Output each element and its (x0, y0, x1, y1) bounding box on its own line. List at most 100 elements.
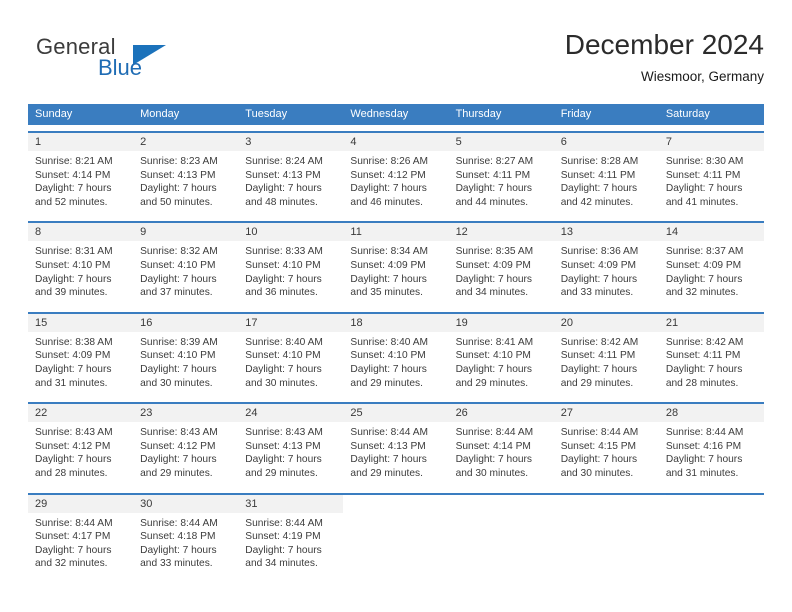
day-cell[interactable]: 10 Sunrise: 8:33 AM Sunset: 4:10 PM Dayligh… (238, 223, 344, 306)
daylight-text-line1: Daylight: 7 hours (140, 273, 217, 285)
sunset-text: Sunset: 4:09 PM (560, 259, 637, 271)
day-cell[interactable]: 8 Sunrise: 8:31 AM Sunset: 4:10 PM Daylight… (28, 223, 134, 306)
day-number: 30 (133, 494, 239, 513)
sunset-text: Sunset: 4:16 PM (665, 440, 742, 452)
sunrise-text: Sunrise: 8:44 AM (140, 517, 218, 529)
day-cell[interactable]: 24 Sunrise: 8:43 AM Sunset: 4:13 PM Dayligh… (238, 404, 344, 487)
day-number: 31 (238, 494, 344, 513)
day-of-week-header-row: Sunday Monday Tuesday Wednesday Thursday… (28, 104, 764, 125)
sunrise-text: Sunrise: 8:26 AM (350, 156, 429, 167)
day-details: Sunrise: 8:44 AM Sunset: 4:14 PM Daylight:… (449, 422, 554, 486)
daylight-text-line2: and 30 minutes. (455, 467, 529, 479)
day-cell[interactable]: 13 Sunrise: 8:36 AM Sunset: 4:09 PM Dayligh… (553, 223, 659, 306)
daylight-text-line1: Daylight: 7 hours (665, 454, 743, 466)
sunrise-text: Sunrise: 8:42 AM (665, 336, 744, 348)
day-cell[interactable]: 9 Sunrise: 8:32 AM Sunset: 4:10 PM Daylight… (133, 223, 239, 306)
daylight-text-line1: Daylight: 7 hours (560, 273, 638, 285)
day-cell[interactable]: 21 Sunrise: 8:42 AM Sunset: 4:11 PM Dayligh… (658, 313, 764, 397)
daylight-text-line1: Daylight: 7 hours (140, 363, 217, 375)
day-cell[interactable]: 25 Sunrise: 8:44 AM Sunset: 4:13 PM Dayligh… (343, 404, 449, 487)
daylight-text-line2: and 34 minutes. (245, 558, 318, 570)
day-cell[interactable]: 31 Sunrise: 8:44 AM Sunset: 4:19 PM Dayligh… (238, 494, 344, 577)
day-cell[interactable]: 30 Sunrise: 8:44 AM Sunset: 4:18 PM Dayligh… (133, 494, 239, 577)
daylight-text-line2: and 44 minutes. (455, 196, 529, 208)
sunset-text: Sunset: 4:15 PM (560, 440, 637, 452)
sunset-text: Sunset: 4:14 PM (455, 440, 531, 452)
daylight-text-line1: Daylight: 7 hours (455, 363, 533, 375)
day-cell[interactable]: 29 Sunrise: 8:44 AM Sunset: 4:17 PM Dayligh… (28, 494, 134, 577)
sunset-text: Sunset: 4:10 PM (245, 350, 321, 362)
day-number: 23 (133, 404, 239, 423)
sunset-text: Sunset: 4:10 PM (350, 350, 426, 362)
sunrise-text: Sunrise: 8:23 AM (140, 156, 218, 167)
daylight-text-line1: Daylight: 7 hours (35, 454, 112, 466)
day-details: Sunrise: 8:44 AM Sunset: 4:15 PM Daylight:… (554, 422, 659, 486)
day-number: 22 (28, 404, 134, 423)
daylight-text-line1: Daylight: 7 hours (245, 273, 322, 285)
day-details: Sunrise: 8:40 AM Sunset: 4:10 PM Daylight:… (238, 332, 343, 396)
day-cell[interactable]: 17 Sunrise: 8:40 AM Sunset: 4:10 PM Dayligh… (238, 313, 344, 397)
day-cell[interactable]: 22 Sunrise: 8:43 AM Sunset: 4:12 PM Dayligh… (28, 404, 134, 487)
sunrise-text: Sunrise: 8:24 AM (245, 156, 323, 167)
daylight-text-line2: and 46 minutes. (350, 196, 423, 208)
sunrise-text: Sunrise: 8:44 AM (245, 517, 323, 529)
day-cell[interactable]: 19 Sunrise: 8:41 AM Sunset: 4:10 PM Dayligh… (448, 313, 554, 397)
day-cell[interactable]: 1 Sunrise: 8:21 AM Sunset: 4:14 PM Daylight… (28, 133, 134, 216)
daylight-text-line1: Daylight: 7 hours (35, 544, 112, 556)
daylight-text-line2: and 50 minutes. (140, 196, 213, 208)
sunrise-text: Sunrise: 8:38 AM (35, 336, 113, 348)
day-details: Sunrise: 8:38 AM Sunset: 4:09 PM Daylight:… (28, 332, 133, 396)
day-number: 21 (658, 313, 764, 332)
day-number: 17 (238, 313, 344, 332)
day-cell[interactable]: 6 Sunrise: 8:28 AM Sunset: 4:11 PM Daylight… (553, 133, 659, 216)
day-number: 1 (28, 133, 134, 151)
general-blue-logo[interactable]: General Blue (36, 34, 216, 90)
day-cell[interactable]: 27 Sunrise: 8:44 AM Sunset: 4:15 PM Dayligh… (553, 404, 659, 487)
day-number (448, 494, 554, 513)
dow-saturday: Saturday (665, 108, 710, 120)
sunset-text: Sunset: 4:11 PM (560, 169, 636, 181)
daylight-text-line2: and 32 minutes. (35, 558, 108, 570)
day-cell[interactable]: 4 Sunrise: 8:26 AM Sunset: 4:12 PM Daylight… (343, 133, 449, 216)
day-number: 28 (658, 404, 764, 423)
day-details: Sunrise: 8:21 AM Sunset: 4:14 PM Daylight:… (28, 151, 133, 215)
day-cell[interactable]: 7 Sunrise: 8:30 AM Sunset: 4:11 PM Daylight… (658, 133, 764, 216)
day-cell[interactable]: 14 Sunrise: 8:37 AM Sunset: 4:09 PM Dayligh… (658, 223, 764, 306)
daylight-text-line2: and 33 minutes. (560, 287, 634, 299)
daylight-text-line1: Daylight: 7 hours (245, 454, 322, 466)
day-number (343, 494, 449, 513)
day-cell[interactable]: 12 Sunrise: 8:35 AM Sunset: 4:09 PM Dayligh… (448, 223, 554, 306)
day-number: 20 (553, 313, 659, 332)
day-number: 4 (343, 133, 449, 151)
sunset-text: Sunset: 4:11 PM (665, 350, 741, 362)
daylight-text-line2: and 28 minutes. (665, 377, 739, 389)
sunset-text: Sunset: 4:09 PM (455, 259, 531, 271)
sunset-text: Sunset: 4:13 PM (140, 169, 216, 181)
day-details: Sunrise: 8:30 AM Sunset: 4:11 PM Daylight:… (659, 151, 764, 215)
day-cell[interactable]: 28 Sunrise: 8:44 AM Sunset: 4:16 PM Dayligh… (658, 404, 764, 487)
day-cell[interactable]: 16 Sunrise: 8:39 AM Sunset: 4:10 PM Dayligh… (133, 313, 239, 397)
day-cell[interactable]: 23 Sunrise: 8:43 AM Sunset: 4:12 PM Dayligh… (133, 404, 239, 487)
sunrise-text: Sunrise: 8:34 AM (350, 246, 429, 258)
calendar-week-row: 22 Sunrise: 8:43 AM Sunset: 4:12 PM Dayligh… (28, 402, 764, 487)
day-cell[interactable]: 3 Sunrise: 8:24 AM Sunset: 4:13 PM Daylight… (238, 133, 344, 216)
day-details (554, 513, 659, 577)
daylight-text-line1: Daylight: 7 hours (35, 273, 112, 285)
day-cell[interactable]: 2 Sunrise: 8:23 AM Sunset: 4:13 PM Daylight… (133, 133, 239, 216)
day-cell[interactable]: 18 Sunrise: 8:40 AM Sunset: 4:10 PM Dayligh… (343, 313, 449, 397)
sunrise-text: Sunrise: 8:42 AM (560, 336, 639, 348)
dow-wednesday: Wednesday (350, 108, 409, 120)
daylight-text-line1: Daylight: 7 hours (35, 363, 112, 375)
day-cell[interactable]: 11 Sunrise: 8:34 AM Sunset: 4:09 PM Dayligh… (343, 223, 449, 306)
sunrise-text: Sunrise: 8:44 AM (35, 517, 113, 529)
day-cell[interactable]: 26 Sunrise: 8:44 AM Sunset: 4:14 PM Dayligh… (448, 404, 554, 487)
day-details: Sunrise: 8:23 AM Sunset: 4:13 PM Daylight:… (133, 151, 238, 215)
day-cell[interactable]: 5 Sunrise: 8:27 AM Sunset: 4:11 PM Daylight… (448, 133, 554, 216)
sunrise-text: Sunrise: 8:44 AM (350, 427, 429, 439)
day-cell[interactable]: 15 Sunrise: 8:38 AM Sunset: 4:09 PM Dayligh… (28, 313, 134, 397)
dow-friday: Friday (560, 108, 592, 120)
page-header: General Blue December 2024 Wiesmoor, Ger… (28, 28, 764, 98)
day-cell[interactable]: 20 Sunrise: 8:42 AM Sunset: 4:11 PM Dayligh… (553, 313, 659, 397)
page-subtitle: Wiesmoor, Germany (640, 69, 764, 84)
day-details: Sunrise: 8:42 AM Sunset: 4:11 PM Daylight:… (659, 332, 764, 396)
